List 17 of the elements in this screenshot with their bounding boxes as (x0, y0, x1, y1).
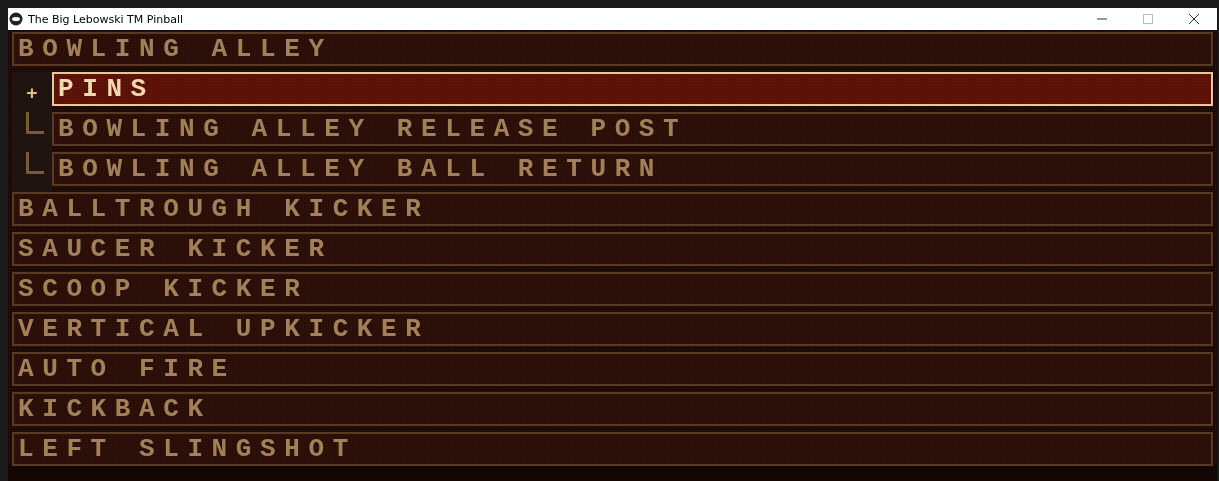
menu-item[interactable]: PINS (52, 72, 1213, 106)
expand-marker[interactable]: + (26, 81, 38, 103)
maximize-icon[interactable] (1143, 14, 1153, 24)
close-icon[interactable] (1189, 14, 1199, 24)
menu-item[interactable]: KICKBACK (12, 392, 1213, 426)
menu-item[interactable]: BOWLING ALLEY RELEASE POST (52, 112, 1213, 146)
menu-item[interactable]: SAUCER KICKER (12, 232, 1213, 266)
window-title: The Big Lebowski TM Pinball (28, 12, 184, 26)
menu-item[interactable]: VERTICAL UPKICKER (12, 312, 1213, 346)
menu-item[interactable]: BALLTROUGH KICKER (12, 192, 1213, 226)
menu-item[interactable]: BOWLING ALLEY BALL RETURN (52, 152, 1213, 186)
tree-branch-icon (26, 112, 44, 134)
menu-item[interactable]: LEFT SLINGSHOT (12, 432, 1213, 466)
menu-item[interactable]: AUTO FIRE (12, 352, 1213, 386)
tree-branch-icon (26, 152, 44, 174)
menu-item[interactable]: SCOOP KICKER (12, 272, 1213, 306)
menu-item[interactable]: BOWLING ALLEY (12, 32, 1213, 66)
